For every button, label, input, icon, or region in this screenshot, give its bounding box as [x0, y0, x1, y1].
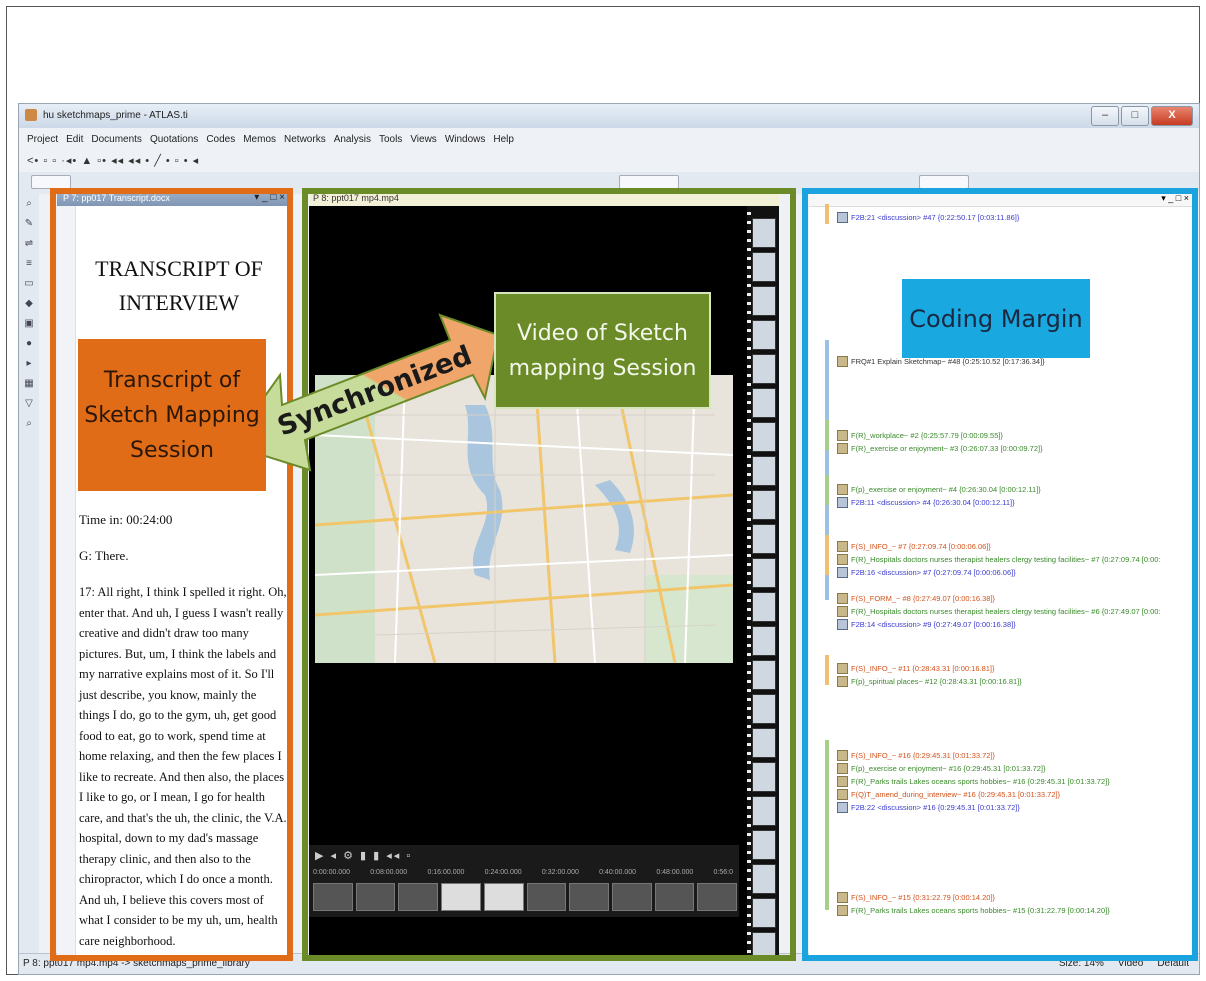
- code-selector[interactable]: [919, 175, 969, 189]
- synchronized-arrow: Synchronized: [230, 313, 500, 472]
- coding-margin-callout: Coding Margin: [902, 279, 1090, 358]
- maximize-button[interactable]: □: [1121, 106, 1149, 126]
- main-toolbar: <• ▫ ▫ ·◂• ▲ ▫• ◂◂ ◂◂ • ╱ • ▫ • ◂: [19, 150, 1199, 170]
- menu-item-project[interactable]: Project: [27, 134, 58, 145]
- search-icon[interactable]: ⌕: [19, 414, 39, 434]
- comment-icon[interactable]: ▭: [19, 274, 39, 294]
- menu-item-help[interactable]: Help: [493, 134, 514, 145]
- menu-item-windows[interactable]: Windows: [445, 134, 486, 145]
- transcript-callout-text: Transcript of Sketch Mapping Session: [84, 367, 260, 463]
- memo-icon[interactable]: ▣: [19, 314, 39, 334]
- minimize-button[interactable]: –: [1091, 106, 1119, 126]
- menu-item-edit[interactable]: Edit: [66, 134, 83, 145]
- zoom-icon[interactable]: ⌕: [19, 194, 39, 214]
- app-icon: [25, 109, 37, 121]
- vertical-tool-strip: ⌕ ✎ ⇌ ≡ ▭ ◆ ▣ ● ▸ ▦ ▽ ⌕: [19, 194, 39, 964]
- menu-bar: Project Edit Documents Quotations Codes Memos…: [19, 130, 1199, 148]
- menu-item-codes[interactable]: Codes: [206, 134, 235, 145]
- video-callout-text: Video of Sketch mapping Session: [508, 320, 697, 381]
- title-bar: hu sketchmaps_prime - ATLAS.ti – □ X: [19, 104, 1199, 128]
- marker-icon[interactable]: ●: [19, 334, 39, 354]
- quotation-selector[interactable]: [619, 175, 679, 189]
- menu-item-memos[interactable]: Memos: [243, 134, 276, 145]
- window-controls: – □ X: [1091, 106, 1193, 126]
- pen-icon[interactable]: ✎: [19, 214, 39, 234]
- menu-item-analysis[interactable]: Analysis: [334, 134, 371, 145]
- coding-callout-text: Coding Margin: [909, 304, 1083, 333]
- menu-item-networks[interactable]: Networks: [284, 134, 326, 145]
- menu-item-tools[interactable]: Tools: [379, 134, 402, 145]
- synchronized-label: Synchronized: [273, 340, 476, 442]
- transcript-callout: Transcript of Sketch Mapping Session: [78, 339, 266, 491]
- menu-item-documents[interactable]: Documents: [91, 134, 142, 145]
- close-button[interactable]: X: [1151, 106, 1193, 126]
- grid-icon[interactable]: ▦: [19, 374, 39, 394]
- video-callout: Video of Sketch mapping Session: [494, 292, 711, 409]
- document-selector[interactable]: [31, 175, 71, 189]
- window-title: hu sketchmaps_prime - ATLAS.ti: [43, 110, 188, 121]
- list-icon[interactable]: ≡: [19, 254, 39, 274]
- toolbar-icons[interactable]: <• ▫ ▫ ·◂• ▲ ▫• ◂◂ ◂◂ • ╱ • ▫ • ◂: [27, 154, 199, 167]
- filter-icon[interactable]: ▽: [19, 394, 39, 414]
- code-icon[interactable]: ◆: [19, 294, 39, 314]
- menu-item-quotations[interactable]: Quotations: [150, 134, 198, 145]
- flag-icon[interactable]: ▸: [19, 354, 39, 374]
- menu-item-views[interactable]: Views: [410, 134, 437, 145]
- link-icon[interactable]: ⇌: [19, 234, 39, 254]
